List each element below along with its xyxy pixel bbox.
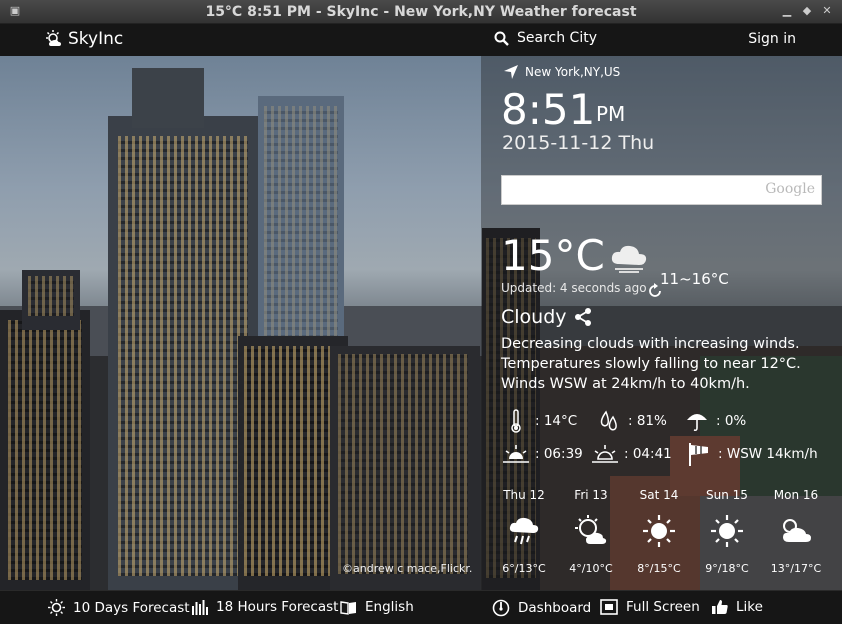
- thumbs-up-icon: [712, 600, 728, 614]
- clock-date: 2015-11-12 Thu: [502, 132, 655, 154]
- full-screen-label: Full Screen: [626, 599, 700, 615]
- brand-name: SkyInc: [68, 29, 124, 49]
- rain-cloud-icon: [509, 517, 539, 545]
- location-arrow-icon: [504, 65, 518, 79]
- partly-sunny-icon: [575, 515, 607, 544]
- window-title: 15°C 8:51 PM - SkyInc - New York,NY Weat…: [205, 3, 637, 20]
- search-city-label: Search City: [517, 30, 597, 46]
- dashboard-label: Dashboard: [518, 600, 592, 616]
- description-line: Winds WSW at 24km/h to 40km/h.: [501, 376, 750, 392]
- forecast-range: 9°/18°C: [705, 562, 749, 575]
- forecast-day-label: Mon 16: [773, 488, 819, 502]
- search-icon: [494, 31, 509, 46]
- stat-sunrise-value: : 06:39: [535, 446, 583, 462]
- clock-ampm: PM: [596, 102, 626, 126]
- ten-days-forecast-button[interactable]: 10 Days Forecast: [48, 599, 190, 616]
- brand-logo[interactable]: SkyInc: [44, 29, 123, 49]
- updated-status: Updated: 4 seconds ago: [501, 281, 647, 295]
- forecast-day[interactable]: Thu 12 6°/13°C: [489, 488, 559, 575]
- thermometer-icon: [511, 409, 521, 433]
- like-label: Like: [736, 599, 763, 615]
- photo-credit[interactable]: ©andrew c mace,Flickr.: [342, 562, 472, 575]
- language-label: English: [365, 599, 414, 615]
- app-footer: 10 Days Forecast 18 Hours Forecast Engli…: [0, 590, 842, 624]
- google-search-input[interactable]: Google: [501, 175, 822, 205]
- forecast-range: 6°/13°C: [502, 562, 546, 575]
- sun-cloud-logo-icon: [46, 30, 61, 46]
- search-city-button[interactable]: Search City: [494, 30, 597, 46]
- umbrella-icon: [687, 414, 707, 432]
- stat-temperature: : 14°C: [501, 408, 577, 434]
- humidity-drops-icon: [600, 410, 617, 431]
- forecast-day-label: Fri 13: [574, 488, 608, 502]
- book-icon: [340, 600, 356, 615]
- stat-wind: : WSW 14km/h: [684, 441, 818, 467]
- google-brand-text: Google: [765, 181, 815, 197]
- window-menu-icon[interactable]: ▣: [8, 4, 22, 18]
- cloudy-night-icon: [611, 245, 647, 273]
- current-temperature: 15°C: [501, 231, 605, 280]
- temperature-range: 11~16°C: [660, 270, 729, 288]
- full-screen-button[interactable]: Full Screen: [600, 599, 700, 615]
- forecast-day-label: Sun 15: [706, 488, 748, 502]
- eighteen-hours-forecast-button[interactable]: 18 Hours Forecast: [192, 599, 338, 615]
- stat-sunset: : 04:41: [590, 441, 672, 467]
- sign-in-link[interactable]: Sign in: [748, 31, 796, 47]
- cloudy-icon: [783, 519, 811, 542]
- weather-description: Decreasing clouds with increasing winds.…: [501, 334, 831, 394]
- sun-icon: [643, 515, 675, 547]
- forecast-day[interactable]: Sat 14 8°/15°C: [624, 488, 694, 575]
- clock-time: 8:51: [501, 85, 596, 134]
- condition-label: Cloudy: [501, 306, 567, 328]
- sun-icon: [48, 599, 65, 616]
- dashboard-button[interactable]: Dashboard: [492, 599, 591, 617]
- location[interactable]: New York,NY,US: [503, 64, 620, 80]
- window-titlebar: ▣ 15°C 8:51 PM - SkyInc - New York,NY We…: [0, 0, 842, 24]
- app-header: SkyInc Search City Sign in: [0, 24, 842, 56]
- eighteen-hours-forecast-label: 18 Hours Forecast: [216, 599, 339, 615]
- stat-precipitation-value: : 0%: [716, 413, 747, 429]
- stat-wind-value: : WSW 14km/h: [718, 446, 818, 462]
- description-line: Temperatures slowly falling to near 12°C…: [501, 356, 801, 372]
- maximize-icon[interactable]: ◆: [800, 4, 814, 18]
- condition: Cloudy: [501, 306, 593, 328]
- forecast-range: 13°/17°C: [770, 562, 822, 575]
- like-button[interactable]: Like: [712, 599, 763, 615]
- forecast-day-label: Thu 12: [503, 488, 545, 502]
- forecast-range: 4°/10°C: [569, 562, 613, 575]
- stat-humidity-value: : 81%: [628, 413, 667, 429]
- close-icon[interactable]: ✕: [820, 4, 834, 18]
- forecast-day-label: Sat 14: [639, 488, 679, 502]
- forecast-day[interactable]: Sun 15 9°/18°C: [692, 488, 762, 575]
- stat-humidity: : 81%: [594, 408, 667, 434]
- stat-temperature-value: : 14°C: [535, 413, 578, 429]
- forecast-day[interactable]: Mon 16 13°/17°C: [761, 488, 831, 575]
- stat-sunrise: : 06:39: [501, 441, 583, 467]
- forecast-day[interactable]: Fri 13 4°/10°C: [556, 488, 626, 575]
- fullscreen-icon: [600, 599, 618, 615]
- stat-sunset-value: : 04:41: [624, 446, 672, 462]
- sunrise-icon: [503, 445, 529, 463]
- minimize-icon[interactable]: ▁: [780, 4, 794, 18]
- ten-days-forecast-label: 10 Days Forecast: [73, 599, 190, 616]
- language-button[interactable]: English: [340, 599, 414, 615]
- description-line: Decreasing clouds with increasing winds.: [501, 336, 800, 352]
- forecast-range: 8°/15°C: [637, 562, 681, 575]
- sun-icon: [711, 515, 743, 547]
- windsock-icon: [689, 443, 708, 466]
- stat-precipitation: : 0%: [682, 408, 746, 434]
- share-icon[interactable]: [573, 307, 593, 327]
- dashboard-gauge-icon: [492, 599, 510, 617]
- bar-chart-icon: [192, 600, 208, 615]
- location-name: New York,NY,US: [525, 65, 621, 79]
- sunset-icon: [592, 445, 618, 463]
